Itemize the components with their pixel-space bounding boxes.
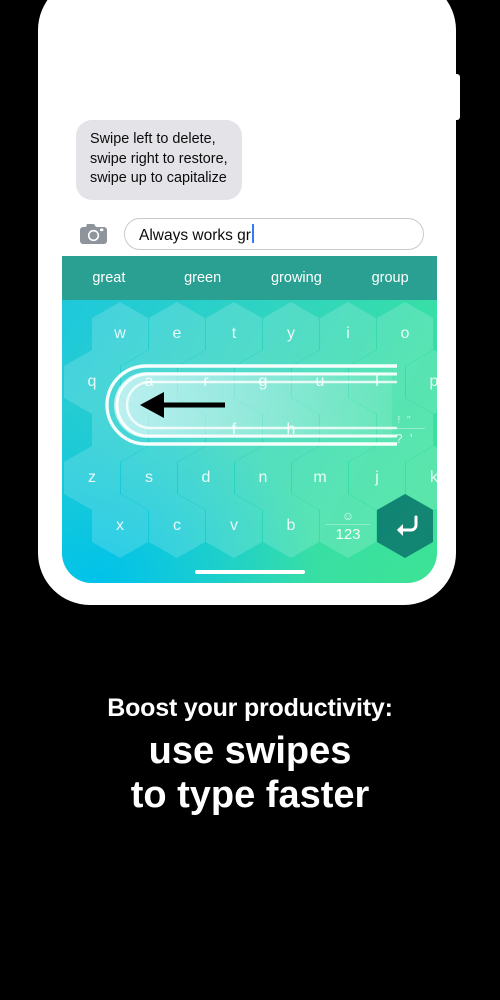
key-label: i (346, 325, 350, 342)
key-label: n (258, 469, 268, 486)
numbers-label: 123 (335, 526, 361, 543)
phone-mockup: Swipe left to delete, swipe right to res… (38, 0, 460, 605)
suggestion-great[interactable]: great (62, 270, 156, 286)
message-bubble: Swipe left to delete, swipe right to res… (76, 120, 242, 200)
text-caret (251, 224, 254, 243)
message-input-row: Always works gr (62, 218, 437, 256)
key-label: l (375, 373, 379, 390)
phone-side-button (455, 74, 460, 120)
key-label: q (87, 373, 97, 390)
headline-line-1: Boost your productivity: (107, 694, 393, 722)
key-punct-divider (385, 427, 425, 429)
key-label: m (313, 469, 327, 486)
key-label: g (258, 373, 268, 390)
home-indicator (194, 570, 305, 574)
key-label: x (116, 517, 124, 534)
key-label: h (286, 421, 296, 438)
key-label: v (230, 517, 238, 534)
key-label: j (375, 469, 379, 486)
key-label: f (231, 421, 237, 438)
bubble-line-3: swipe up to capitalize (90, 170, 227, 186)
camera-icon[interactable] (77, 221, 109, 247)
message-text-input[interactable]: Always works gr (124, 218, 424, 250)
headline-line-2: use swipes (148, 730, 352, 772)
suggestion-growing[interactable]: growing (250, 270, 344, 286)
enter-arrow-icon (397, 515, 418, 536)
hexagonal-keyboard: w e t y i o q a r g u l p . f h ! " ? ' … (62, 300, 437, 583)
key-label: c (173, 517, 181, 534)
key-label: u (315, 373, 325, 390)
bubble-line-2: swipe right to restore, (90, 150, 228, 167)
message-input-value: Always works gr (139, 224, 254, 245)
message-input-text: Always works gr (139, 227, 251, 244)
key-label: e (172, 325, 182, 342)
suggestion-bar: great green growing group (62, 256, 437, 300)
key-label: d (201, 469, 211, 486)
key-label: w (114, 325, 126, 342)
emoji-icon: ☺ (341, 509, 355, 523)
bubble-line-1: Swipe left to delete, (90, 131, 216, 147)
key-label: b (286, 517, 296, 534)
numkey-divider (326, 524, 370, 525)
suggestion-green[interactable]: green (156, 270, 250, 286)
key-label: y (287, 325, 295, 342)
headline-line-3: to type faster (130, 774, 370, 816)
phone-screen: Swipe left to delete, swipe right to res… (62, 0, 437, 583)
suggestion-group[interactable]: group (343, 270, 437, 286)
key-label: z (88, 469, 96, 486)
promo-headline: Boost your productivity: use swipes to t… (0, 694, 500, 817)
key-label: a (144, 373, 154, 390)
key-label: r (203, 373, 209, 390)
key-label: . (118, 422, 122, 438)
key-punct-bottom: ? ' (395, 430, 415, 446)
key-label: t (231, 325, 237, 342)
key-label: k (430, 469, 437, 486)
key-label: o (400, 325, 410, 342)
key-label: s (145, 469, 153, 486)
key-punct-top: ! " (397, 414, 413, 426)
key-label: p (429, 373, 437, 390)
